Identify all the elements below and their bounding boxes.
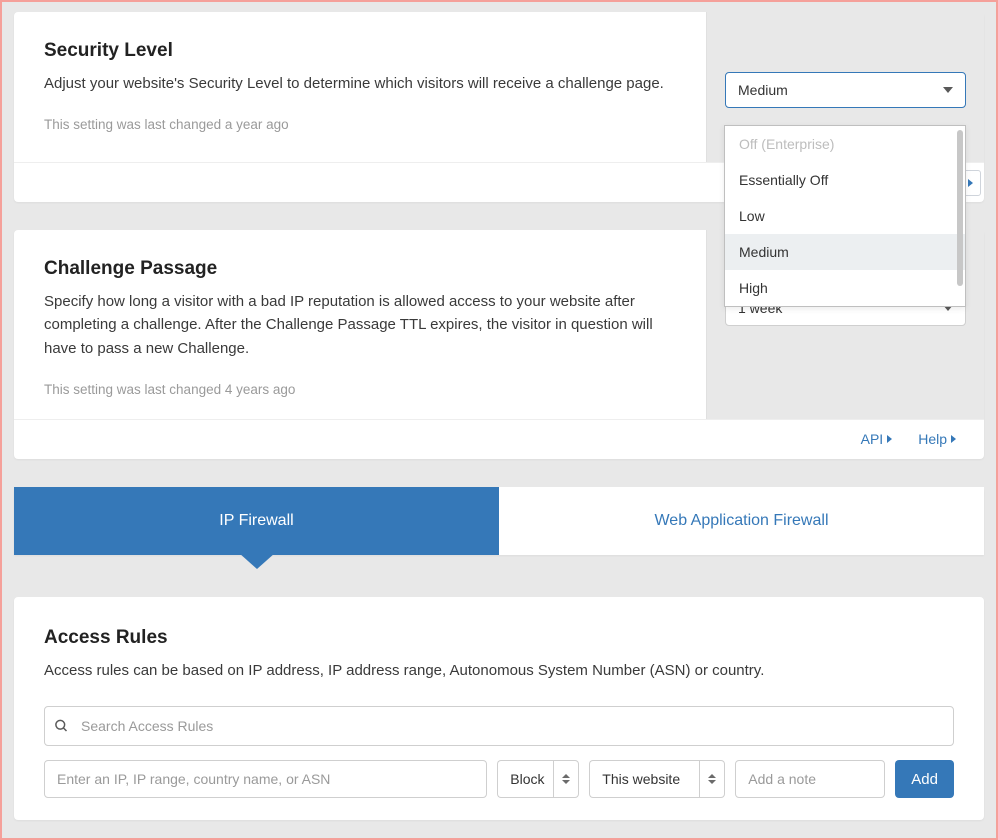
caret-right-icon [951,435,956,443]
security-level-option-low[interactable]: Low [725,198,965,234]
security-level-select[interactable]: Medium [725,72,966,108]
api-link[interactable]: API [861,431,893,447]
api-link-label: API [861,431,884,447]
firewall-tabs: IP Firewall Web Application Firewall [14,487,984,555]
tab-pointer-icon [239,553,275,569]
access-rules-search-wrap [44,706,954,746]
security-level-desc: Adjust your website's Security Level to … [44,72,676,95]
access-rule-scope-value: This website [589,760,699,798]
dropdown-scrollbar[interactable] [957,130,963,286]
caret-right-icon [887,435,892,443]
tab-waf[interactable]: Web Application Firewall [499,487,984,555]
security-level-select-value: Medium [738,82,788,98]
access-rule-ip-input[interactable] [44,760,487,798]
access-rule-action-stepper[interactable] [553,760,579,798]
access-rule-note-input[interactable] [735,760,885,798]
security-level-option-medium[interactable]: Medium [725,234,965,270]
access-rule-action-value: Block [497,760,553,798]
challenge-passage-title: Challenge Passage [44,258,676,280]
challenge-passage-meta: This setting was last changed 4 years ag… [44,382,676,397]
security-level-meta: This setting was last changed a year ago [44,117,676,132]
security-level-option-high[interactable]: High [725,270,965,306]
caret-down-icon [708,780,716,784]
access-rule-scope-stepper[interactable] [699,760,725,798]
help-link-label: Help [918,431,947,447]
tab-waf-label: Web Application Firewall [654,512,828,530]
tab-ip-firewall-label: IP Firewall [219,512,293,530]
challenge-passage-content: Challenge Passage Specify how long a vis… [14,230,706,419]
add-rule-button[interactable]: Add [895,760,954,798]
help-link[interactable]: Help [918,431,956,447]
security-level-dropdown: Off (Enterprise) Essentially Off Low Med… [724,125,966,307]
caret-right-icon [968,179,973,187]
challenge-passage-desc: Specify how long a visitor with a bad IP… [44,290,676,360]
access-rules-title: Access Rules [44,627,954,649]
caret-up-icon [562,774,570,778]
access-rule-scope-select[interactable]: This website [589,760,725,798]
search-icon [54,719,69,734]
security-level-title: Security Level [44,40,676,62]
caret-down-icon [562,780,570,784]
caret-up-icon [708,774,716,778]
access-rules-search-input[interactable] [44,706,954,746]
challenge-passage-footer: API Help [14,419,984,459]
caret-down-icon [943,87,953,93]
access-rules-add-row: Block This website Add [44,760,954,798]
security-level-content: Security Level Adjust your website's Sec… [14,12,706,162]
access-rules-card: Access Rules Access rules can be based o… [14,597,984,820]
access-rules-desc: Access rules can be based on IP address,… [44,659,954,682]
tab-ip-firewall[interactable]: IP Firewall [14,487,499,555]
security-level-card: Security Level Adjust your website's Sec… [14,12,984,202]
security-level-option-essentially-off[interactable]: Essentially Off [725,162,965,198]
security-level-option-off: Off (Enterprise) [725,126,965,162]
access-rule-action-select[interactable]: Block [497,760,579,798]
security-level-dropdown-inner: Off (Enterprise) Essentially Off Low Med… [725,126,965,306]
